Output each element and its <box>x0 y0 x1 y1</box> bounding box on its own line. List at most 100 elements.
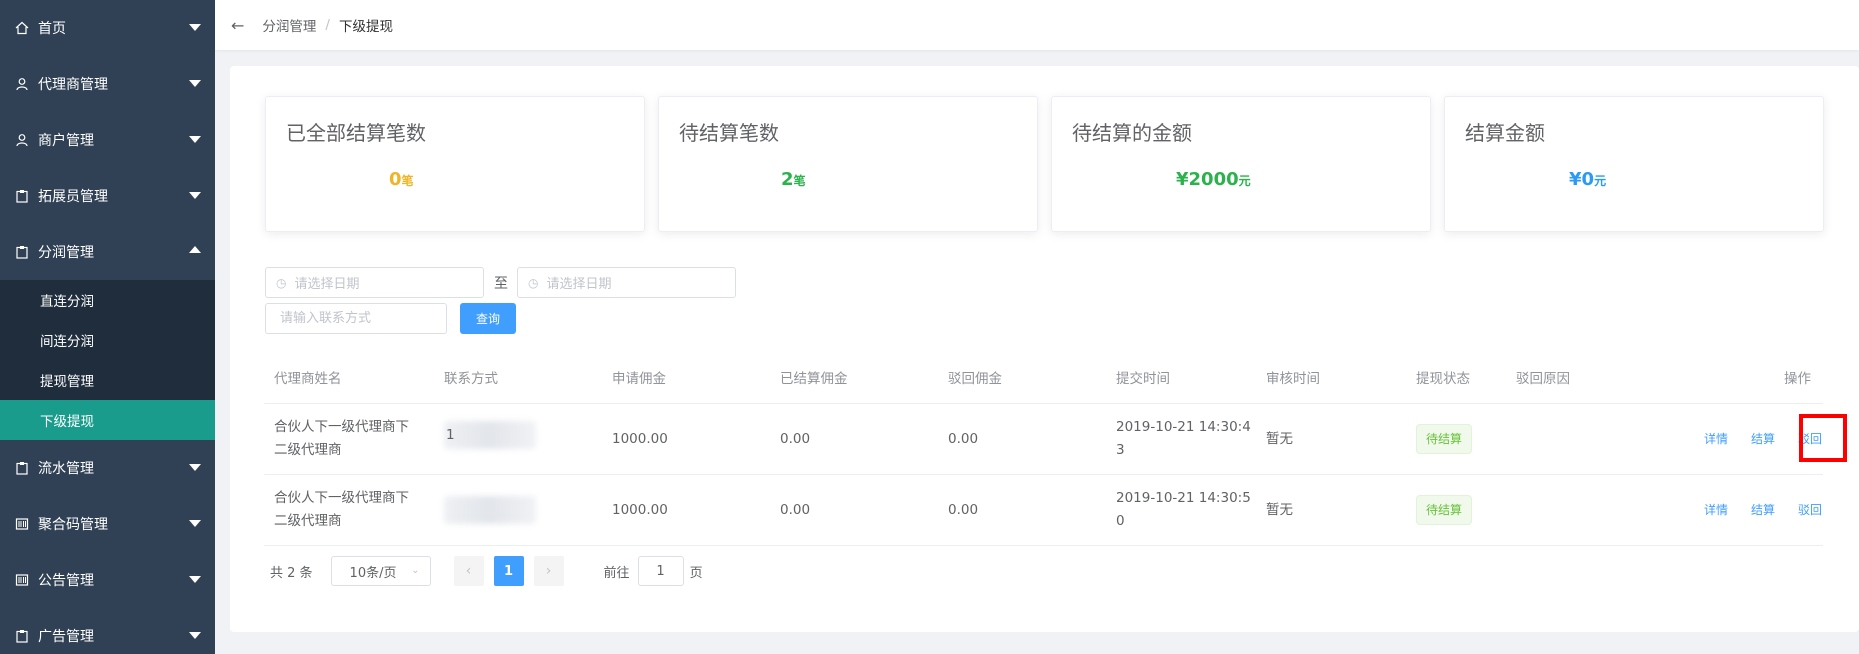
cell-submit-time: 2019-10-21 14:30:5 0 <box>1116 490 1251 529</box>
back-arrow-icon[interactable]: ← <box>231 16 244 35</box>
clock-icon: ◷ <box>276 275 287 290</box>
page-suffix: 页 <box>689 565 703 581</box>
sidebar-item-agent[interactable]: 代理商管理 <box>0 56 215 112</box>
sidebar-item-qrcode[interactable]: 聚合码管理 <box>0 496 215 552</box>
barcode-icon <box>14 572 30 588</box>
goto-page-input[interactable]: 1 <box>637 556 684 586</box>
pagination-total: 共 2 条 <box>270 565 313 581</box>
end-date-input[interactable]: ◷ 请选择日期 <box>517 267 736 298</box>
sidebar: 首页 代理商管理 商户管理 拓展员管理 分润管理 直连分润 间连分润 提现管理 … <box>0 0 215 654</box>
col-audit-time: 审核时间 <box>1266 371 1320 387</box>
sidebar-item-label: 分润管理 <box>38 245 94 261</box>
sidebar-item-home[interactable]: 首页 <box>0 0 215 56</box>
top-header: ← 分润管理 / 下级提现 <box>215 0 1859 50</box>
chevron-down-icon <box>189 24 201 31</box>
col-apply-commission: 申请佣金 <box>612 371 666 387</box>
stat-value: ¥2000元 <box>1176 169 1251 190</box>
prev-page-button[interactable]: ‹ <box>453 556 484 586</box>
cell-agent-name: 合伙人下一级代理商下 二级代理商 <box>274 419 409 458</box>
stat-title: 结算金额 <box>1465 121 1545 145</box>
breadcrumb: 分润管理 / 下级提现 <box>262 15 393 35</box>
status-badge: 待结算 <box>1416 495 1473 525</box>
chevron-down-icon: ⌄ <box>411 565 420 576</box>
table-row: 合伙人下一级代理商下 二级代理商 1000.00 0.00 0.00 2019-1… <box>264 475 1823 546</box>
chevron-right-icon: › <box>545 563 552 579</box>
sidebar-item-merchant[interactable]: 商户管理 <box>0 112 215 168</box>
detail-link[interactable]: 详情 <box>1704 428 1728 451</box>
sidebar-item-label: 流水管理 <box>38 461 94 477</box>
clock-icon: ◷ <box>528 275 539 290</box>
col-contact: 联系方式 <box>444 371 498 387</box>
sidebar-item-label: 公告管理 <box>38 573 94 589</box>
query-button[interactable]: 查询 <box>460 303 516 334</box>
chevron-down-icon <box>189 80 201 87</box>
sidebar-item-sub-withdraw[interactable]: 下级提现 <box>0 400 215 440</box>
stat-card-pending-count: 待结算笔数 2笔 <box>658 96 1038 232</box>
breadcrumb-item-profit[interactable]: 分润管理 <box>262 15 316 35</box>
cell-status: 待结算 <box>1416 404 1473 474</box>
cell-audit-time: 暂无 <box>1266 501 1293 518</box>
breadcrumb-item-current: 下级提现 <box>338 19 393 35</box>
clipboard-icon <box>14 460 30 476</box>
sidebar-item-label: 首页 <box>38 21 66 37</box>
page-number-button[interactable]: 1 <box>493 556 524 586</box>
chevron-down-icon <box>189 136 201 143</box>
chevron-left-icon: ‹ <box>465 563 472 579</box>
detail-link[interactable]: 详情 <box>1704 499 1728 522</box>
cell-submit-time: 2019-10-21 14:30:4 3 <box>1116 419 1251 458</box>
pagination: 共 2 条 10条/页 ⌄ ‹ 1 › 前往 1 页 <box>270 556 703 586</box>
withdraw-table: 代理商姓名 联系方式 申请佣金 已结算佣金 驳回佣金 提交时间 审核时间 提现状… <box>264 356 1847 546</box>
chevron-down-icon <box>189 520 201 527</box>
redacted-contact <box>444 421 536 449</box>
stat-card-settled-count: 已全部结算笔数 0笔 <box>265 96 645 232</box>
redacted-contact <box>444 496 536 524</box>
user-icon <box>14 76 30 92</box>
stat-card-pending-amount: 待结算的金额 ¥2000元 <box>1051 96 1431 232</box>
stat-title: 待结算的金额 <box>1072 121 1192 145</box>
stat-value: 2笔 <box>781 169 806 190</box>
table-header: 代理商姓名 联系方式 申请佣金 已结算佣金 驳回佣金 提交时间 审核时间 提现状… <box>264 356 1823 404</box>
cell-apply: 1000.00 <box>612 501 668 518</box>
next-page-button[interactable]: › <box>533 556 564 586</box>
sidebar-item-expander[interactable]: 拓展员管理 <box>0 168 215 224</box>
cell-settled: 0.00 <box>780 430 811 447</box>
chevron-down-icon <box>189 192 201 199</box>
col-actions: 操作 <box>1784 371 1811 387</box>
chevron-down-icon <box>189 464 201 471</box>
cell-actions: 详情 结算 驳回 <box>1704 475 1822 545</box>
settle-link[interactable]: 结算 <box>1751 428 1775 451</box>
sidebar-item-direct-profit[interactable]: 直连分润 <box>0 280 215 320</box>
col-reject-reason: 驳回原因 <box>1516 371 1570 387</box>
profit-submenu: 直连分润 间连分润 提现管理 下级提现 <box>0 280 215 440</box>
cell-settled: 0.00 <box>780 501 811 518</box>
start-date-input[interactable]: ◷ 请选择日期 <box>265 267 484 298</box>
clipboard-icon <box>14 188 30 204</box>
main-panel: 已全部结算笔数 0笔 待结算笔数 2笔 待结算的金额 ¥2000元 结算金额 ¥… <box>230 66 1859 632</box>
cell-contact <box>444 475 536 545</box>
sidebar-item-profit[interactable]: 分润管理 <box>0 224 215 280</box>
reject-link[interactable]: 驳回 <box>1798 499 1822 522</box>
page-size-select[interactable]: 10条/页 ⌄ <box>330 556 431 586</box>
date-range-separator: 至 <box>494 276 508 292</box>
cell-rejected: 0.00 <box>948 501 979 518</box>
stat-title: 已全部结算笔数 <box>286 121 426 145</box>
barcode-icon <box>14 516 30 532</box>
settle-link[interactable]: 结算 <box>1751 499 1775 522</box>
sidebar-item-notice[interactable]: 公告管理 <box>0 552 215 608</box>
col-withdraw-status: 提现状态 <box>1416 371 1470 387</box>
sidebar-item-label: 商户管理 <box>38 133 94 149</box>
highlight-box <box>1799 414 1847 462</box>
sidebar-item-label: 代理商管理 <box>38 77 108 93</box>
sidebar-item-flow[interactable]: 流水管理 <box>0 440 215 496</box>
contact-input[interactable]: 请输入联系方式 <box>265 303 447 334</box>
user-icon <box>14 132 30 148</box>
sidebar-item-withdraw-manage[interactable]: 提现管理 <box>0 360 215 400</box>
sidebar-item-label: 拓展员管理 <box>38 189 108 205</box>
chevron-down-icon <box>189 576 201 583</box>
sidebar-item-indirect-profit[interactable]: 间连分润 <box>0 320 215 360</box>
goto-label: 前往 <box>603 565 630 581</box>
chevron-down-icon <box>189 632 201 639</box>
clipboard-icon <box>14 628 30 644</box>
cell-apply: 1000.00 <box>612 430 668 447</box>
sidebar-item-ads[interactable]: 广告管理 <box>0 608 215 654</box>
